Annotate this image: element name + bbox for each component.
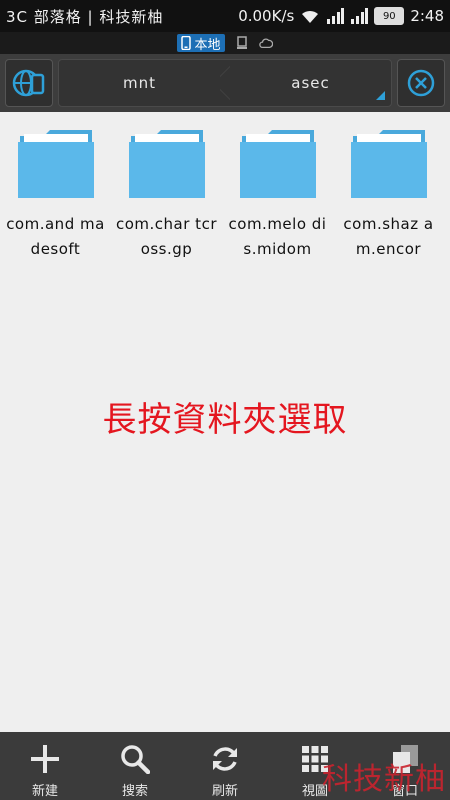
tab-local[interactable]: 本地 bbox=[177, 34, 225, 53]
cloud-icon bbox=[258, 38, 273, 49]
search-label: 搜索 bbox=[121, 784, 148, 799]
folder-icon bbox=[350, 130, 427, 198]
wifi-icon bbox=[302, 10, 319, 23]
view-button[interactable]: 視圖 bbox=[270, 732, 360, 800]
breadcrumb: mnt asec bbox=[58, 59, 392, 107]
windows-button[interactable]: 窗口 bbox=[360, 732, 450, 800]
windows-icon bbox=[393, 745, 418, 773]
status-bar: 3C 部落格 | 科技新柚 0.00K/s 90 2:48 bbox=[0, 0, 450, 32]
new-label: 新建 bbox=[31, 784, 58, 799]
tab-cloud[interactable] bbox=[258, 36, 273, 50]
storage-tabs: 本地 bbox=[0, 32, 450, 54]
refresh-button[interactable]: 刷新 bbox=[180, 732, 270, 800]
folder-name: com.melo dis.midom bbox=[228, 215, 327, 258]
carrier-text: 3C 部落格 | 科技新柚 bbox=[6, 7, 164, 26]
view-label: 視圖 bbox=[301, 784, 328, 799]
close-circle-icon bbox=[407, 69, 435, 97]
breadcrumb-item[interactable]: mnt bbox=[59, 60, 220, 106]
close-button[interactable] bbox=[397, 59, 445, 107]
tab-local-label: 本地 bbox=[194, 37, 221, 53]
network-speed: 0.00K/s bbox=[238, 7, 295, 25]
folder-name: com.and madesoft bbox=[6, 215, 105, 258]
phone-icon bbox=[181, 36, 192, 50]
folder-icon bbox=[17, 130, 94, 198]
folder-name: com.char tcross.gp bbox=[116, 215, 217, 258]
file-grid: com.and madesoft com.char tcross.gp com.… bbox=[0, 112, 450, 262]
instruction-text: 長按資料夾選取 bbox=[102, 400, 348, 440]
search-icon bbox=[121, 745, 150, 774]
folder-icon bbox=[128, 130, 205, 198]
folder-item[interactable]: com.char tcross.gp bbox=[111, 112, 222, 262]
folder-item[interactable]: com.and madesoft bbox=[0, 112, 111, 262]
signal-icon bbox=[327, 8, 345, 24]
folder-name: com.shaz am.encor bbox=[343, 215, 434, 258]
folder-icon bbox=[239, 130, 316, 198]
clock: 2:48 bbox=[410, 7, 444, 25]
lan-icon bbox=[236, 36, 247, 49]
search-button[interactable]: 搜索 bbox=[90, 732, 180, 800]
battery-icon: 90 bbox=[374, 7, 405, 25]
tab-network[interactable] bbox=[235, 36, 249, 50]
plus-icon bbox=[31, 745, 59, 773]
folder-item[interactable]: com.melo dis.midom bbox=[222, 112, 333, 262]
dropdown-corner-icon[interactable] bbox=[376, 91, 385, 100]
windows-label: 窗口 bbox=[391, 784, 418, 799]
signal-icon-2 bbox=[351, 8, 369, 24]
folder-item[interactable]: com.shaz am.encor bbox=[333, 112, 444, 262]
new-button[interactable]: 新建 bbox=[0, 732, 90, 800]
refresh-label: 刷新 bbox=[211, 784, 238, 799]
globe-phone-icon bbox=[12, 69, 45, 97]
grid-view-icon bbox=[302, 746, 328, 772]
breadcrumb-separator bbox=[220, 60, 230, 106]
breadcrumb-item-current[interactable]: asec bbox=[230, 60, 391, 106]
path-bar: mnt asec bbox=[0, 54, 450, 112]
refresh-icon bbox=[213, 747, 237, 771]
bottom-toolbar: 新建 搜索 刷新 視圖 窗口 bbox=[0, 732, 450, 800]
home-button[interactable] bbox=[5, 59, 53, 107]
